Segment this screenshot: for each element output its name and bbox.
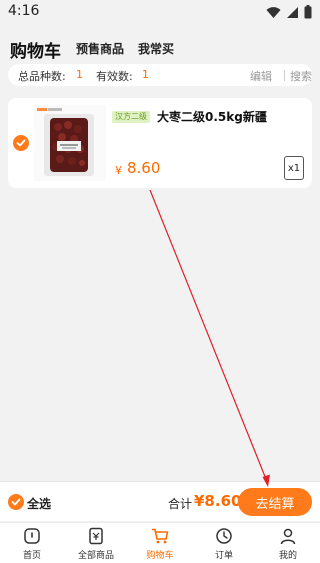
tab-home-label: 首页 [22, 551, 41, 561]
tab-all-products[interactable]: 全部商品 [64, 527, 128, 563]
status-icons [266, 5, 312, 19]
wifi-icon [266, 6, 281, 18]
total-kinds-value: 1 [76, 68, 83, 81]
total-kinds-label: 总品种数: [18, 70, 66, 83]
checkout-button[interactable]: 去结算 [238, 488, 312, 516]
jujube-bag-image [34, 105, 106, 181]
tab-cart-label: 购物车 [146, 551, 174, 561]
home-icon [24, 528, 40, 544]
product-image[interactable] [34, 105, 106, 181]
all-products-icon [89, 527, 103, 545]
tab-cart[interactable]: 购物车 [128, 527, 192, 563]
product-grade-tag: 汉方二级 [112, 111, 150, 123]
checkout-action-bar: 全选 合计 ¥8.60 去结算 [0, 481, 320, 521]
checkmark-icon [16, 139, 26, 147]
tab-home[interactable]: 首页 [0, 527, 64, 563]
battery-icon [304, 5, 312, 19]
cart-icon [152, 528, 169, 544]
total-label: 合计 [168, 497, 193, 511]
cart-item-card[interactable]: 汉方二级 大枣二级0.5kg新疆 ¥ 8.60 x1 [8, 98, 312, 188]
product-price: 8.60 [127, 159, 161, 177]
page-title: 购物车 [10, 42, 61, 62]
valid-count-value: 1 [142, 68, 149, 81]
status-bar: 4:16 [0, 0, 320, 26]
tab-presale-products[interactable]: 预售商品 [76, 40, 124, 57]
select-all-label[interactable]: 全选 [27, 495, 51, 512]
product-name[interactable]: 大枣二级0.5kg新疆 [157, 108, 267, 125]
valid-count-label: 有效数: [96, 70, 133, 83]
clock-icon [216, 528, 232, 544]
cart-summary-bar: 总品种数: 1 有效数: 1 编辑 搜索 [8, 64, 312, 86]
price-currency-symbol: ¥ [115, 164, 122, 177]
item-checkbox[interactable] [13, 135, 29, 151]
tab-frequently-bought[interactable]: 我常买 [138, 40, 174, 57]
bottom-tab-bar: 首页 全部商品 购物车 订单 我的 [0, 522, 320, 563]
person-icon [280, 528, 296, 545]
tab-profile[interactable]: 我的 [256, 527, 320, 563]
quantity-stepper[interactable]: x1 [284, 156, 304, 180]
select-all-checkbox[interactable] [8, 494, 24, 510]
checkmark-icon [11, 498, 21, 506]
edit-button[interactable]: 编辑 [250, 68, 272, 84]
search-button[interactable]: 搜索 [290, 68, 312, 84]
total-amount: ¥8.60 [194, 492, 242, 510]
tab-all-products-label: 全部商品 [77, 551, 114, 561]
tab-orders-label: 订单 [214, 551, 233, 561]
status-time: 4:16 [8, 3, 40, 19]
tab-orders[interactable]: 订单 [192, 527, 256, 563]
signal-icon [287, 6, 298, 18]
tab-profile-label: 我的 [278, 551, 297, 561]
divider [284, 70, 285, 81]
